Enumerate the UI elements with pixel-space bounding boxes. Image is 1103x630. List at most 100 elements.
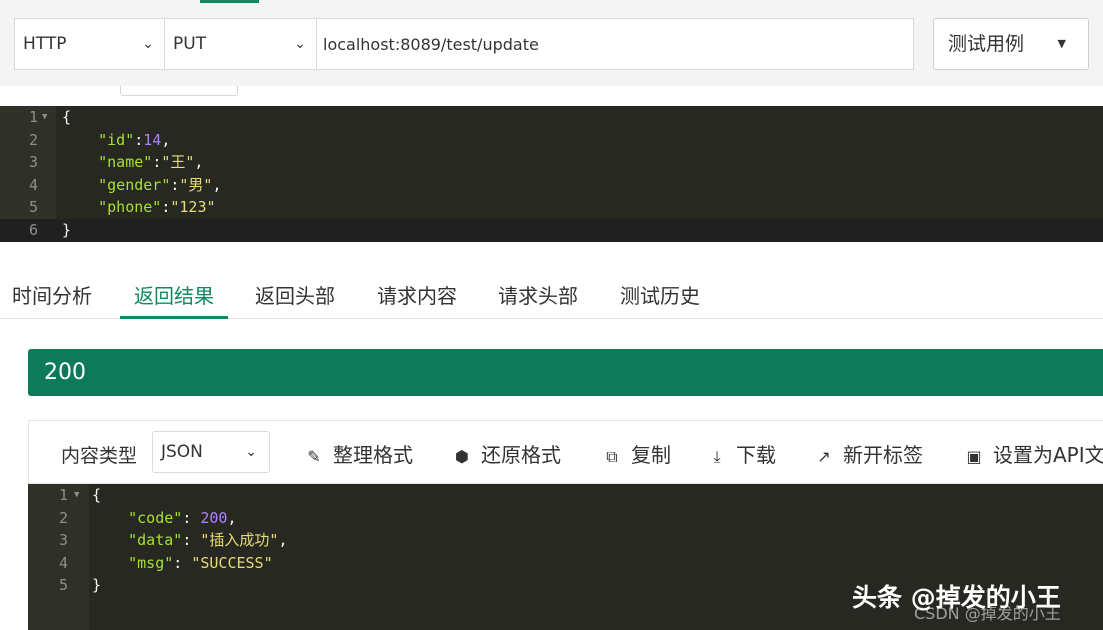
- code-token: ,: [194, 153, 204, 171]
- line-number: 4: [58, 553, 68, 572]
- content-type-label: 内容类型: [61, 445, 138, 467]
- line-number: 1: [28, 108, 38, 126]
- code-token: "插入成功": [200, 531, 279, 549]
- copy-button[interactable]: ⧉ 复制: [601, 439, 671, 468]
- cube-icon: ⬢: [455, 447, 469, 466]
- copy-label: 复制: [631, 443, 671, 467]
- protocol-value: HTTP: [23, 34, 67, 54]
- tab-4[interactable]: 请求头部: [498, 276, 578, 316]
- code-token: {: [62, 108, 72, 126]
- fold-arrow-icon[interactable]: ▼: [74, 484, 79, 507]
- code-token: "123": [170, 198, 216, 216]
- code-text: }: [92, 574, 101, 597]
- download-label: 下载: [736, 443, 776, 467]
- restore-format-label: 还原格式: [481, 443, 561, 467]
- line-number: 2: [58, 508, 68, 527]
- method-select[interactable]: PUT ⌄: [165, 19, 317, 69]
- code-token: "id": [98, 130, 135, 149]
- line-number: 3: [28, 153, 38, 171]
- chevron-down-icon: ⌄: [245, 444, 257, 460]
- code-token: "msg": [128, 553, 174, 572]
- code-text: "gender":"男",: [62, 174, 221, 197]
- code-token: }: [92, 576, 102, 594]
- set-as-api-doc-button[interactable]: ▣ 设置为API文: [963, 439, 1103, 468]
- tab-0[interactable]: 时间分析: [12, 276, 92, 316]
- line-number: 6: [0, 218, 38, 242]
- code-text: "data": "插入成功",: [92, 529, 287, 552]
- response-toolbar: 内容类型 JSON ⌄ ✎ 整理格式 ⬢ 还原格式 ⧉ 复制 ⤓ 下载 ↗ 新开标签 ▣ 设…: [28, 420, 1103, 484]
- save-icon: ▣: [966, 447, 982, 466]
- external-link-icon: ↗: [817, 447, 831, 466]
- copy-icon: ⧉: [606, 447, 618, 466]
- tab-1[interactable]: 返回结果: [120, 276, 228, 319]
- code-line: 5 "phone":"123": [0, 196, 1103, 219]
- code-token: 200: [200, 508, 228, 527]
- code-line: 4 "msg": "SUCCESS": [28, 552, 1103, 575]
- caret-down-icon: ▼: [1057, 37, 1066, 50]
- line-number: 1: [58, 486, 68, 504]
- code-text: "id":14,: [62, 129, 170, 152]
- restore-format-button[interactable]: ⬢ 还原格式: [451, 439, 561, 468]
- line-number: 2: [28, 130, 38, 149]
- request-bar: HTTP ⌄ PUT ⌄: [14, 18, 914, 70]
- code-text: "msg": "SUCCESS": [92, 552, 273, 575]
- code-line: 3 "name":"王",: [0, 151, 1103, 174]
- code-line: 3 "data": "插入成功",: [28, 529, 1103, 552]
- format-button[interactable]: ✎ 整理格式: [303, 439, 413, 468]
- code-token: "SUCCESS": [191, 553, 273, 572]
- collapsed-control[interactable]: [120, 86, 238, 96]
- code-token: :: [152, 153, 162, 171]
- testcase-button[interactable]: 测试用例 ▼: [933, 18, 1089, 70]
- open-new-tab-label: 新开标签: [843, 443, 923, 467]
- request-body-editor[interactable]: 1 ▼{2 "id":14, 3 "name":"王", 4 "gender":"男"…: [0, 106, 1103, 242]
- content-type-value: JSON: [161, 442, 203, 462]
- status-code: 200: [44, 360, 86, 385]
- code-line: 2 "id":14,: [0, 129, 1103, 152]
- code-token: :: [173, 553, 192, 572]
- code-token: "男": [179, 175, 213, 194]
- open-new-tab-button[interactable]: ↗ 新开标签: [813, 439, 923, 468]
- code-token: "name": [98, 153, 153, 171]
- code-token: "王": [161, 153, 195, 171]
- protocol-select[interactable]: HTTP ⌄: [15, 19, 165, 69]
- format-label: 整理格式: [333, 443, 413, 467]
- code-token: 14: [143, 130, 162, 149]
- magic-wand-icon: ✎: [307, 447, 321, 466]
- code-token: ,: [161, 130, 171, 149]
- code-token: "phone": [98, 198, 162, 216]
- watermark-sub: CSDN @掉发的小王: [914, 604, 1061, 623]
- code-token: "code": [128, 508, 183, 527]
- code-token: "data": [128, 531, 183, 549]
- watermark: 头条 @掉发的小王 CSDN @掉发的小王: [852, 578, 1061, 623]
- code-text: }: [62, 219, 71, 242]
- top-tab-indicator: [200, 0, 259, 3]
- line-number: 4: [28, 175, 38, 194]
- code-line: 1 ▼ {: [28, 484, 1103, 507]
- code-text: "code": 200,: [92, 507, 236, 530]
- line-number: 3: [58, 531, 68, 549]
- code-text: "name":"王",: [62, 151, 203, 174]
- code-text: "phone":"123": [62, 196, 216, 219]
- fold-arrow-icon[interactable]: ▼: [42, 106, 47, 129]
- download-icon: ⤓: [713, 447, 721, 466]
- code-line: 1 ▼ {: [0, 106, 1103, 129]
- url-input[interactable]: [317, 19, 913, 69]
- testcase-label: 测试用例: [948, 33, 1025, 55]
- tab-3[interactable]: 请求内容: [377, 276, 457, 316]
- result-tabs: 时间分析 返回结果 返回头部 请求内容 请求头部 测试历史: [0, 276, 1103, 319]
- code-token: "gender": [98, 175, 171, 194]
- code-line: 4 "gender":"男",: [0, 174, 1103, 197]
- tab-2[interactable]: 返回头部: [255, 276, 335, 316]
- download-button[interactable]: ⤓ 下载: [706, 439, 776, 468]
- content-type-select[interactable]: JSON ⌄: [152, 431, 270, 473]
- tab-5[interactable]: 测试历史: [620, 276, 700, 316]
- code-token: }: [62, 220, 72, 239]
- code-text: {: [92, 484, 101, 507]
- set-as-api-doc-label: 设置为API文: [993, 443, 1103, 467]
